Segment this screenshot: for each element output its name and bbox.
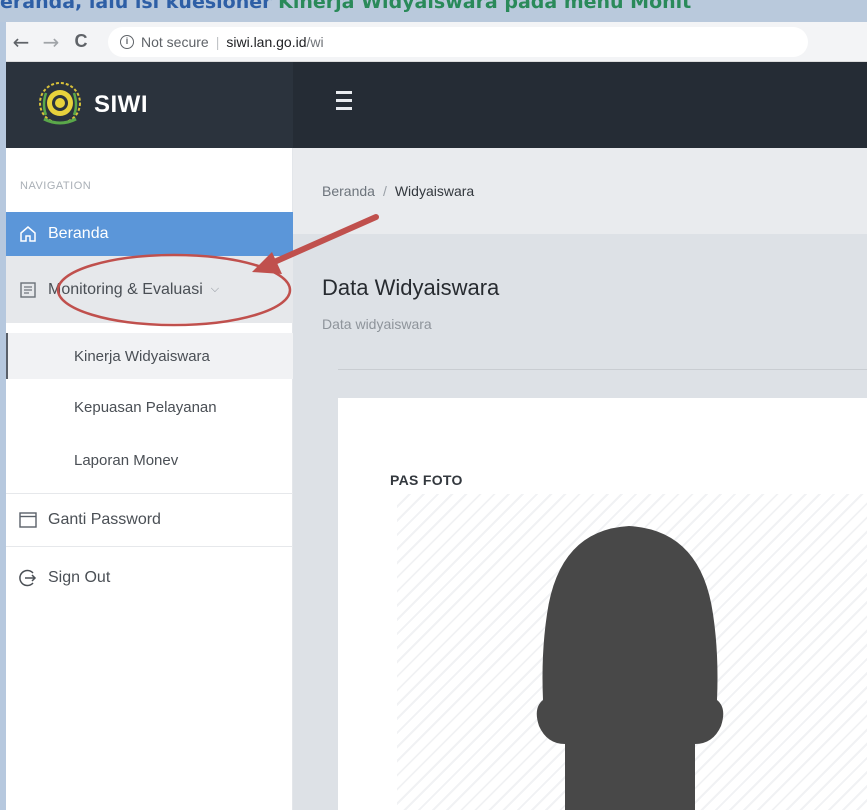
avatar-placeholder-icon	[536, 526, 724, 810]
instruction-text-prefix: eranda, lalu isi kuesioner	[0, 0, 279, 13]
sidebar-item-sign-out[interactable]: Sign Out	[6, 556, 293, 600]
instruction-banner: eranda, lalu isi kuesioner Kinerja Widya…	[0, 0, 867, 22]
sidebar-item-monitoring-evaluasi[interactable]: Monitoring & Evaluasi ⌵	[6, 256, 293, 323]
submenu-item-label: Kinerja Widyaiswara	[74, 347, 210, 365]
instruction-text-highlight: Kinerja Widyaiswara pada menu Monit	[278, 0, 692, 13]
url-separator: |	[215, 33, 220, 50]
sidebar-divider	[6, 546, 293, 547]
photo-frame[interactable]	[397, 494, 867, 810]
title-divider	[338, 369, 867, 370]
submenu-item-laporan-monev[interactable]: Laporan Monev	[6, 437, 293, 483]
submenu-item-label: Laporan Monev	[74, 451, 179, 469]
info-icon[interactable]: i	[120, 34, 134, 49]
breadcrumb-current: Widyaiswara	[394, 183, 475, 199]
photo-label: PAS FOTO	[390, 472, 463, 488]
reload-button[interactable]: C	[66, 31, 96, 52]
submenu-item-label: Kepuasan Pelayanan	[74, 398, 217, 416]
browser-toolbar: ← → C i Not secure | siwi.lan.go.id/wi	[6, 22, 867, 62]
sidebar-section-title: NAVIGATION	[20, 180, 92, 192]
window-icon	[19, 512, 37, 528]
app-header: SIWI	[6, 62, 867, 148]
sidebar-item-label: Monitoring & Evaluasi	[48, 280, 203, 298]
security-label: Not secure	[141, 33, 209, 50]
breadcrumb-home-link[interactable]: Beranda	[322, 183, 375, 199]
sidebar-item-label: Sign Out	[48, 569, 111, 586]
sidebar-divider	[6, 493, 293, 494]
main-content: Beranda / Widyaiswara Data Widyaiswara D…	[293, 148, 867, 810]
hamburger-menu-icon[interactable]	[336, 91, 362, 113]
brand[interactable]: SIWI	[6, 62, 293, 148]
submenu-item-kinerja-widyaiswara[interactable]: Kinerja Widyaiswara	[6, 333, 293, 379]
profile-card: PAS FOTO	[338, 398, 867, 810]
page-subtitle: Data widyaiswara	[322, 316, 432, 332]
sign-out-icon	[19, 569, 37, 587]
url-host: siwi.lan.go.id	[226, 33, 307, 50]
back-button[interactable]: ←	[6, 30, 36, 54]
breadcrumb: Beranda / Widyaiswara	[293, 148, 867, 234]
sidebar-item-label: Beranda	[48, 225, 109, 242]
url-path: /wi	[306, 33, 324, 50]
logo-icon	[39, 82, 81, 125]
address-bar[interactable]: i Not secure | siwi.lan.go.id/wi	[108, 26, 808, 57]
brand-name: SIWI	[94, 91, 148, 118]
instruction-text: eranda, lalu isi kuesioner Kinerja Widya…	[0, 0, 691, 13]
sidebar-item-label: Ganti Password	[48, 511, 161, 528]
sidebar-item-beranda[interactable]: Beranda	[6, 212, 293, 256]
breadcrumb-separator: /	[382, 183, 387, 199]
sidebar: NAVIGATION Beranda Monitoring & Evaluasi…	[6, 148, 293, 810]
forward-button[interactable]: →	[36, 30, 66, 54]
home-icon	[20, 226, 36, 242]
sidebar-item-ganti-password[interactable]: Ganti Password	[6, 498, 293, 542]
document-icon	[20, 281, 36, 298]
page-title: Data Widyaiswara	[322, 275, 500, 300]
submenu-item-kepuasan-pelayanan[interactable]: Kepuasan Pelayanan	[6, 384, 293, 430]
chevron-down-icon[interactable]: ⌵	[211, 283, 219, 296]
